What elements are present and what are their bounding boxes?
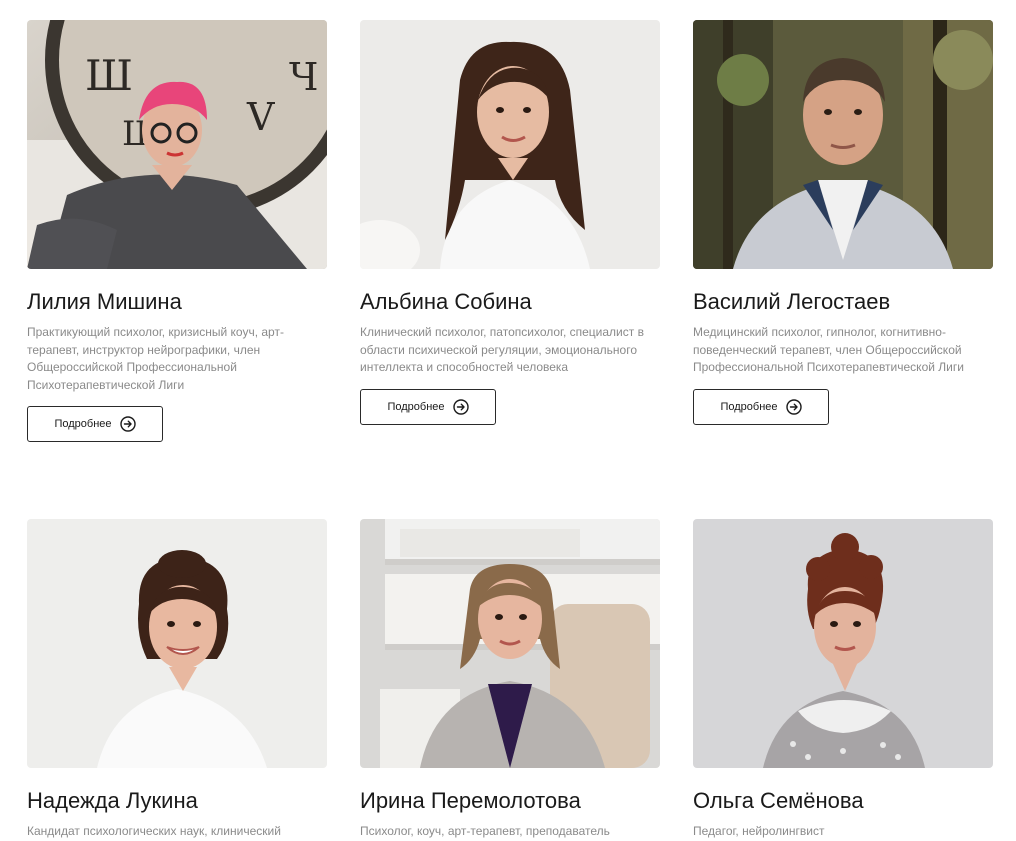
expert-photo[interactable] — [360, 20, 660, 269]
details-button[interactable]: Подробнее — [693, 388, 829, 425]
expert-description: Клинический психолог, патопсихолог, спец… — [360, 325, 644, 374]
expert-photo[interactable]: Ш V Ч Ш — [27, 20, 327, 269]
photo-image — [360, 519, 660, 768]
expert-description: Кандидат психологических наук, клиническ… — [27, 824, 281, 838]
expert-name: Надежда Лукина — [27, 788, 198, 813]
photo-image — [27, 519, 327, 768]
expert-card: Ирина Перемолотова Психолог, коуч, арт-т… — [360, 519, 660, 841]
arrow-circle-right-icon — [452, 398, 469, 415]
expert-card: Ш V Ч Ш Лилия Мишина Практикующий психол… — [27, 20, 327, 442]
expert-description: Медицинский психолог, гипнолог, когнитив… — [693, 325, 964, 374]
expert-description: Практикующий психолог, кризисный коуч, а… — [27, 325, 284, 392]
svg-text:Ч: Ч — [289, 55, 318, 99]
svg-text:Ш: Ш — [85, 51, 133, 100]
expert-name: Ирина Перемолотова — [360, 788, 581, 813]
details-button-label: Подробнее — [54, 418, 112, 430]
details-button[interactable]: Подробнее — [360, 388, 496, 425]
expert-name: Ольга Семёнова — [693, 788, 864, 813]
expert-name: Лилия Мишина — [27, 289, 182, 314]
photo-image — [693, 519, 993, 768]
expert-name: Василий Легостаев — [693, 289, 891, 314]
expert-name: Альбина Собина — [360, 289, 532, 314]
arrow-circle-right-icon — [785, 398, 802, 415]
details-button-label: Подробнее — [720, 400, 778, 413]
expert-photo[interactable] — [693, 20, 993, 269]
expert-photo[interactable] — [27, 519, 327, 768]
photo-image — [360, 20, 660, 269]
details-button-label: Подробнее — [387, 400, 445, 413]
expert-photo[interactable] — [360, 519, 660, 768]
experts-grid: Ш V Ч Ш Лилия Мишина Практикующий психол… — [0, 0, 1016, 840]
details-button[interactable]: Подробнее — [27, 406, 163, 442]
photo-image: Ш V Ч Ш — [27, 20, 327, 269]
expert-description: Педагог, нейролингвист — [693, 824, 825, 838]
arrow-circle-right-icon — [119, 416, 136, 432]
expert-card: Василий Легостаев Медицинский психолог, … — [693, 20, 993, 425]
photo-image — [693, 20, 993, 269]
expert-card: Ольга Семёнова Педагог, нейролингвист — [693, 519, 993, 841]
expert-card: Надежда Лукина Кандидат психологических … — [27, 519, 327, 841]
expert-description: Психолог, коуч, арт-терапевт, преподават… — [360, 824, 610, 838]
expert-card: Альбина Собина Клинический психолог, пат… — [360, 20, 660, 425]
svg-text:V: V — [246, 95, 275, 139]
expert-photo[interactable] — [693, 519, 993, 768]
